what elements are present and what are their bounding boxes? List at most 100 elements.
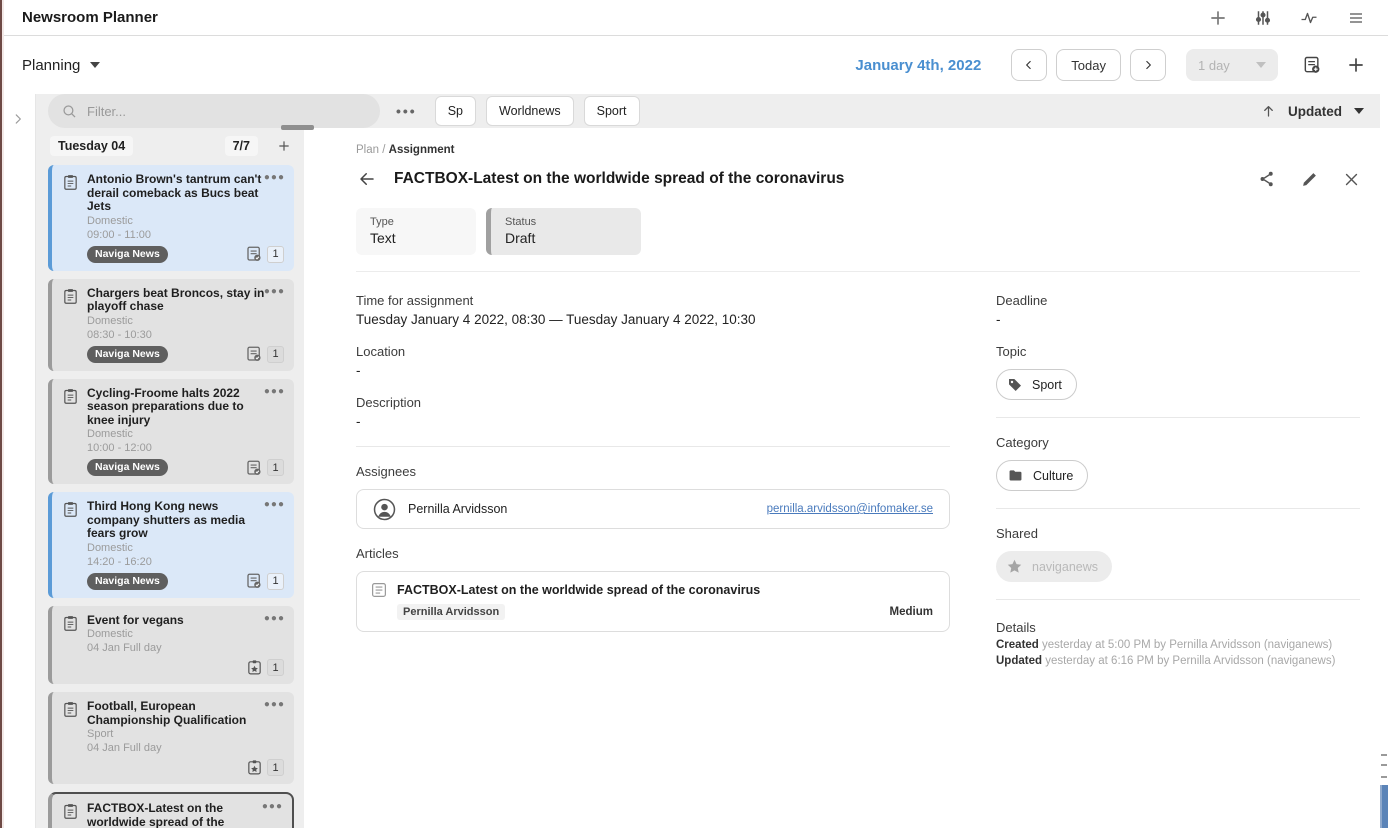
card-more-button[interactable]: ●●● (262, 801, 283, 812)
breadcrumb-plan[interactable]: Plan (356, 144, 379, 156)
app-title: Newsroom Planner (22, 9, 158, 26)
expand-rail-icon[interactable] (11, 112, 25, 828)
view-selector[interactable]: Planning (22, 57, 100, 74)
card-count: 1 (267, 246, 284, 263)
card-list: Antonio Brown's tantrum can't derail com… (48, 165, 294, 828)
search-placeholder: Filter... (87, 104, 126, 119)
location-label: Location (356, 344, 950, 359)
planning-card[interactable]: Chargers beat Broncos, stay in playoff c… (48, 279, 294, 371)
card-more-button[interactable]: ●●● (264, 172, 285, 183)
window-scrollbar-thumb[interactable] (1380, 785, 1388, 828)
search-input[interactable]: Filter... (48, 94, 380, 128)
card-title: Antonio Brown's tantrum can't derail com… (87, 173, 284, 214)
shared-value: naviganews (1032, 560, 1098, 574)
share-icon[interactable] (1258, 170, 1276, 188)
add-event-icon[interactable] (1346, 55, 1366, 75)
planning-card[interactable]: FACTBOX-Latest on the worldwide spread o… (48, 792, 294, 828)
add-planning-item-button[interactable] (276, 138, 292, 154)
deadline-label: Deadline (996, 293, 1360, 308)
close-icon[interactable] (1343, 171, 1360, 188)
card-more-button[interactable]: ●●● (264, 613, 285, 624)
edit-icon[interactable] (1301, 171, 1318, 188)
planning-card[interactable]: Antonio Brown's tantrum can't derail com… (48, 165, 294, 271)
assignee-row[interactable]: Pernilla Arvidsson pernilla.arvidsson@in… (356, 489, 950, 529)
event-icon (246, 659, 263, 676)
window-scrollbar[interactable] (1380, 94, 1388, 828)
planning-card[interactable]: Cycling-Froome halts 2022 season prepara… (48, 379, 294, 485)
filter-chip-worldnews[interactable]: Worldnews (486, 96, 574, 126)
time-label: Time for assignment (356, 293, 950, 308)
status-box[interactable]: Status Draft (486, 208, 641, 255)
card-channel-badge: Naviga News (87, 459, 168, 476)
card-section: Domestic (87, 315, 284, 328)
range-select[interactable]: 1 day (1186, 49, 1278, 81)
filter-bar: Filter... ••• Sp Worldnews Sport Updated (36, 94, 1388, 128)
star-icon (1006, 558, 1023, 575)
article-size: Medium (890, 606, 933, 618)
app-bar: Newsroom Planner (0, 0, 1388, 36)
card-channel-badge: Naviga News (87, 246, 168, 263)
folder-icon (1007, 468, 1024, 483)
assignee-name: Pernilla Arvidsson (408, 502, 507, 516)
tag-icon (1007, 377, 1023, 393)
prev-day-button[interactable] (1011, 49, 1047, 81)
type-label: Type (370, 216, 462, 228)
sort-label: Updated (1288, 104, 1342, 119)
more-filters-button[interactable]: ••• (396, 103, 417, 119)
day-header: Tuesday 04 (50, 136, 133, 156)
chevron-down-icon (1354, 108, 1364, 114)
sliders-icon[interactable] (1254, 9, 1272, 27)
planning-card[interactable]: Event for vegans Domestic 04 Jan Full da… (48, 606, 294, 685)
topic-pill[interactable]: Sport (996, 369, 1077, 400)
planning-card[interactable]: Football, European Championship Qualific… (48, 692, 294, 784)
breadcrumb: Plan / Assignment (356, 144, 1360, 156)
type-box[interactable]: Type Text (356, 208, 476, 255)
card-time: 08:30 - 10:30 (87, 329, 284, 342)
search-icon (61, 103, 78, 120)
updated-line: Updated yesterday at 6:16 PM by Pernilla… (996, 655, 1360, 667)
status-value: Draft (505, 230, 627, 246)
activity-icon[interactable] (1298, 9, 1320, 27)
sort-control[interactable]: Updated (1261, 103, 1364, 119)
scrollbar-mark (1381, 764, 1387, 766)
card-more-button[interactable]: ●●● (264, 699, 285, 710)
today-button[interactable]: Today (1056, 49, 1121, 81)
article-row[interactable]: FACTBOX-Latest on the worldwide spread o… (356, 571, 950, 632)
card-channel-badge: Naviga News (87, 346, 168, 363)
card-time: 10:00 - 12:00 (87, 442, 284, 455)
card-section: Domestic (87, 542, 284, 555)
menu-icon[interactable] (1346, 10, 1366, 26)
next-day-button[interactable] (1130, 49, 1166, 81)
card-more-button[interactable]: ●●● (264, 386, 285, 397)
current-date-label[interactable]: January 4th, 2022 (855, 57, 981, 74)
category-pill[interactable]: Culture (996, 460, 1088, 491)
card-time: 09:00 - 11:00 (87, 229, 284, 242)
filter-chip-sp[interactable]: Sp (435, 96, 476, 126)
card-title: Chargers beat Broncos, stay in playoff c… (87, 287, 284, 314)
filter-chip-sport[interactable]: Sport (584, 96, 640, 126)
event-icon (246, 759, 263, 776)
topic-label: Topic (996, 344, 1360, 359)
back-button[interactable] (356, 170, 378, 188)
details-label: Details (996, 620, 1360, 635)
planning-list: Tuesday 04 7/7 Antonio Brown's tantrum c… (36, 128, 304, 828)
card-section: Domestic (87, 428, 284, 441)
card-title: Cycling-Froome halts 2022 season prepara… (87, 387, 284, 428)
assignee-email-link[interactable]: pernilla.arvidsson@infomaker.se (767, 503, 933, 515)
card-more-button[interactable]: ●●● (264, 499, 285, 510)
sidebar-scrollbar-thumb[interactable] (281, 125, 314, 130)
shared-pill: naviganews (996, 551, 1112, 582)
articles-label: Articles (356, 546, 950, 561)
card-count: 1 (267, 659, 284, 676)
planner-add-icon[interactable] (1302, 55, 1322, 75)
description-value: - (356, 414, 950, 429)
deadline-value: - (996, 312, 1360, 327)
assignment-icon (62, 288, 79, 363)
add-icon[interactable] (1208, 8, 1228, 28)
sidebar-scrollbar-track[interactable] (304, 128, 318, 828)
chevron-down-icon (90, 62, 100, 68)
card-time: 04 Jan Full day (87, 742, 284, 755)
assignment-icon (62, 803, 79, 828)
card-more-button[interactable]: ●●● (264, 286, 285, 297)
planning-card[interactable]: Third Hong Kong news company shutters as… (48, 492, 294, 598)
